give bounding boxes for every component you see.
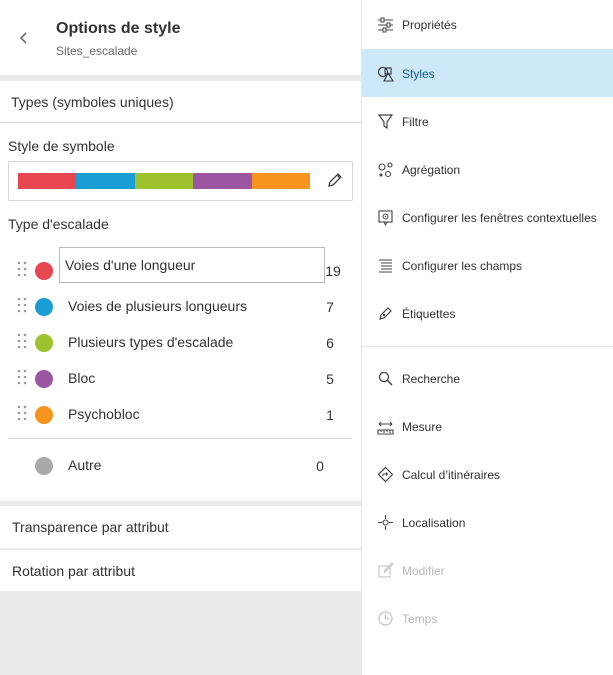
category-count: 7	[326, 299, 334, 315]
menu-item-fields[interactable]: Configurer les champs	[362, 241, 613, 289]
category-symbol[interactable]	[35, 406, 53, 424]
fields-icon	[379, 259, 392, 273]
field-label: Type d'escalade	[8, 216, 109, 232]
edit-icon	[378, 562, 394, 578]
transparency-by-attribute[interactable]: Transparence par attribut	[0, 506, 361, 548]
symbol-style-label: Style de symbole	[8, 138, 115, 154]
back-button[interactable]	[18, 29, 30, 47]
ramp-swatch	[134, 173, 194, 189]
sliders-icon	[378, 17, 393, 33]
measure-icon	[377, 421, 394, 435]
style-options-panel: Options de style Sites_escalade Types (s…	[0, 0, 361, 675]
menu-item-filter[interactable]: Filtre	[362, 97, 613, 145]
menu-item-sliders[interactable]: Propriétés	[362, 0, 613, 48]
category-label: Bloc	[68, 370, 96, 386]
menu-item-label: Filtre	[402, 115, 429, 129]
chevron-left-icon	[20, 32, 27, 44]
menu-item-label: Localisation	[402, 516, 466, 530]
menu-item-directions[interactable]: Calcul d’itinéraires	[362, 450, 613, 498]
menu-divider	[362, 346, 613, 347]
menu-item-styles[interactable]: Styles	[362, 49, 613, 97]
menu-item-label: Mesure	[402, 420, 443, 434]
category-row: Bloc 5	[0, 364, 361, 394]
menu-item-label: Calcul d’itinéraires	[402, 468, 501, 482]
types-section: Types (symboles uniques) Style de symbol…	[0, 81, 361, 501]
category-symbol[interactable]	[35, 262, 53, 280]
category-row: Plusieurs types d'escalade 6	[0, 328, 361, 358]
search-icon	[378, 371, 393, 386]
ramp-swatch	[193, 173, 252, 189]
category-count: 5	[326, 371, 334, 387]
divider	[8, 438, 352, 439]
directions-icon	[377, 466, 394, 483]
category-label: Voies de plusieurs longueurs	[68, 298, 248, 314]
other-category-row: Autre 0	[0, 451, 361, 481]
category-label: Psychobloc	[68, 406, 140, 422]
filter-icon	[377, 114, 394, 130]
menu-item-label: Étiquettes	[402, 307, 456, 321]
rotation-by-attribute[interactable]: Rotation par attribut	[0, 549, 361, 591]
menu-item-label: Styles	[402, 67, 435, 81]
category-label-input[interactable]: Voies d'une longueur	[59, 247, 325, 283]
menu-item-label: Temps	[402, 612, 438, 626]
menu-item-label[interactable]: Étiquettes	[362, 289, 613, 337]
menu-item-label: Recherche	[402, 372, 461, 386]
drag-handle-icon[interactable]	[17, 297, 27, 313]
category-count: 19	[325, 263, 341, 279]
category-row: Voies de plusieurs longueurs 7	[0, 292, 361, 322]
menu-item-popup[interactable]: Configurer les fenêtres contextuelles	[362, 193, 613, 241]
category-symbol[interactable]	[35, 298, 53, 316]
panel-header: Options de style Sites_escalade	[0, 0, 361, 75]
menu-item-edit: Modifier	[362, 546, 613, 594]
menu-item-measure[interactable]: Mesure	[362, 402, 613, 450]
ramp-swatch	[76, 173, 135, 189]
other-symbol[interactable]	[35, 457, 53, 475]
panel-title: Options de style	[56, 20, 181, 37]
category-count: 1	[326, 407, 334, 423]
label-icon	[379, 307, 392, 320]
settings-menu: Propriétés Styles Filtre Agrégation Configur…	[361, 0, 613, 675]
menu-item-locate[interactable]: Localisation	[362, 498, 613, 546]
category-count: 6	[326, 335, 334, 351]
popup-icon	[378, 210, 393, 226]
other-label: Autre	[68, 457, 102, 473]
menu-item-aggregation[interactable]: Agrégation	[362, 145, 613, 193]
other-count: 0	[316, 458, 324, 474]
menu-item-search[interactable]: Recherche	[362, 354, 613, 402]
menu-item-label: Configurer les fenêtres contextuelles	[402, 211, 597, 225]
category-row: Voies d'une longueur 19	[0, 247, 361, 286]
drag-handle-icon[interactable]	[17, 333, 27, 349]
drag-handle-icon[interactable]	[17, 405, 27, 421]
symbol-style-selector[interactable]	[8, 161, 353, 201]
drag-handle-icon[interactable]	[17, 369, 27, 385]
clock-icon	[378, 611, 393, 626]
layer-name: Sites_escalade	[56, 44, 138, 58]
locate-icon	[378, 515, 393, 530]
ramp-swatch	[18, 173, 77, 189]
menu-item-label: Propriétés	[402, 18, 457, 32]
category-symbol[interactable]	[35, 334, 53, 352]
category-label: Plusieurs types d'escalade	[68, 334, 234, 350]
menu-item-label: Configurer les champs	[402, 259, 523, 273]
category-symbol[interactable]	[35, 370, 53, 388]
menu-item-label: Agrégation	[402, 163, 461, 177]
menu-item-clock: Temps	[362, 594, 613, 642]
color-ramp	[18, 173, 311, 189]
aggregation-icon	[378, 162, 393, 178]
menu-item-label: Modifier	[402, 564, 445, 578]
ramp-swatch	[251, 173, 311, 189]
drag-handle-icon[interactable]	[17, 261, 27, 277]
styles-icon	[377, 66, 394, 82]
pencil-icon[interactable]	[326, 171, 344, 189]
category-row: Psychobloc 1	[0, 400, 361, 430]
types-section-heading[interactable]: Types (symboles uniques)	[0, 81, 361, 123]
